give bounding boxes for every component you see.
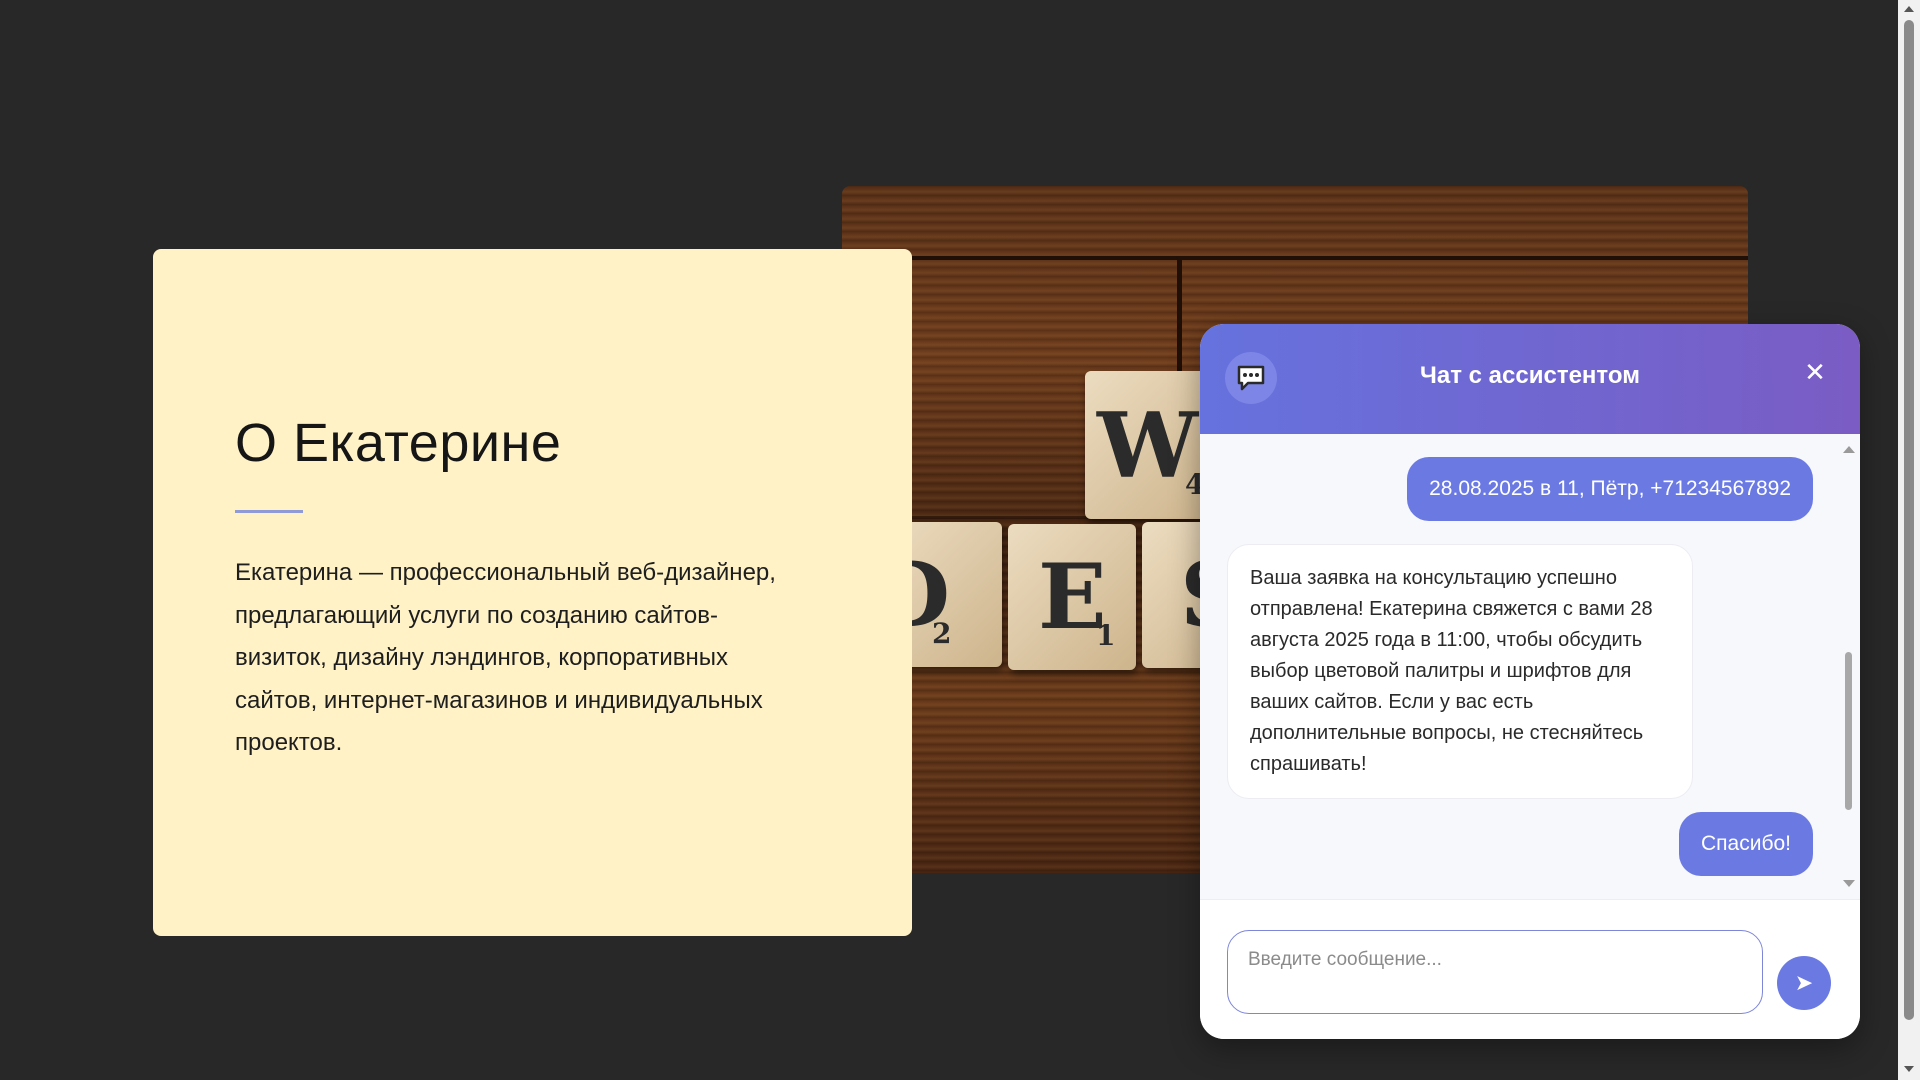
page: W 4 D 2 E 1 S О Екатерине Екатерина — пр… — [0, 0, 1920, 1080]
user-message: Спасибо! — [1679, 812, 1813, 876]
scroll-up-arrow-icon[interactable] — [1843, 446, 1855, 453]
about-card: О Екатерине Екатерина — профессиональный… — [153, 249, 912, 936]
page-scroll-thumb[interactable] — [1904, 20, 1914, 1020]
chat-title: Чат с ассистентом — [1420, 362, 1640, 389]
user-message: 28.08.2025 в 11, Пётр, +71234567892 — [1407, 457, 1813, 521]
close-icon[interactable]: ✕ — [1800, 358, 1830, 388]
send-arrow-icon: ➤ — [1794, 970, 1814, 996]
letter-tile: E 1 — [1008, 524, 1136, 670]
scroll-down-arrow-icon[interactable] — [1843, 880, 1855, 887]
chat-scrollbar[interactable] — [1842, 442, 1855, 892]
title-underline — [235, 510, 303, 513]
letter-tile: W 4 — [1085, 371, 1217, 519]
chat-input-area: ➤ — [1200, 899, 1860, 1039]
chat-messages[interactable]: 28.08.2025 в 11, Пётр, +71234567892 Ваша… — [1200, 434, 1860, 899]
page-scrollbar[interactable] — [1898, 0, 1920, 1080]
send-button[interactable]: ➤ — [1777, 956, 1831, 1010]
chat-widget: Чат с ассистентом ✕ 28.08.2025 в 11, Пёт… — [1200, 324, 1860, 1039]
scroll-down-arrow-icon[interactable] — [1904, 1066, 1914, 1072]
assistant-message: Ваша заявка на консультацию успешно отпр… — [1227, 544, 1693, 799]
tile-score: 2 — [932, 617, 952, 650]
scroll-up-arrow-icon[interactable] — [1904, 6, 1914, 12]
chat-header: Чат с ассистентом ✕ — [1200, 324, 1860, 434]
tile-score: 1 — [1096, 619, 1116, 652]
about-description: Екатерина — профессиональный веб-дизайне… — [235, 559, 776, 756]
about-title: О Екатерине — [235, 413, 562, 473]
message-input[interactable] — [1227, 930, 1763, 1014]
scroll-thumb[interactable] — [1845, 652, 1852, 810]
tile-letter: W — [1097, 393, 1199, 499]
